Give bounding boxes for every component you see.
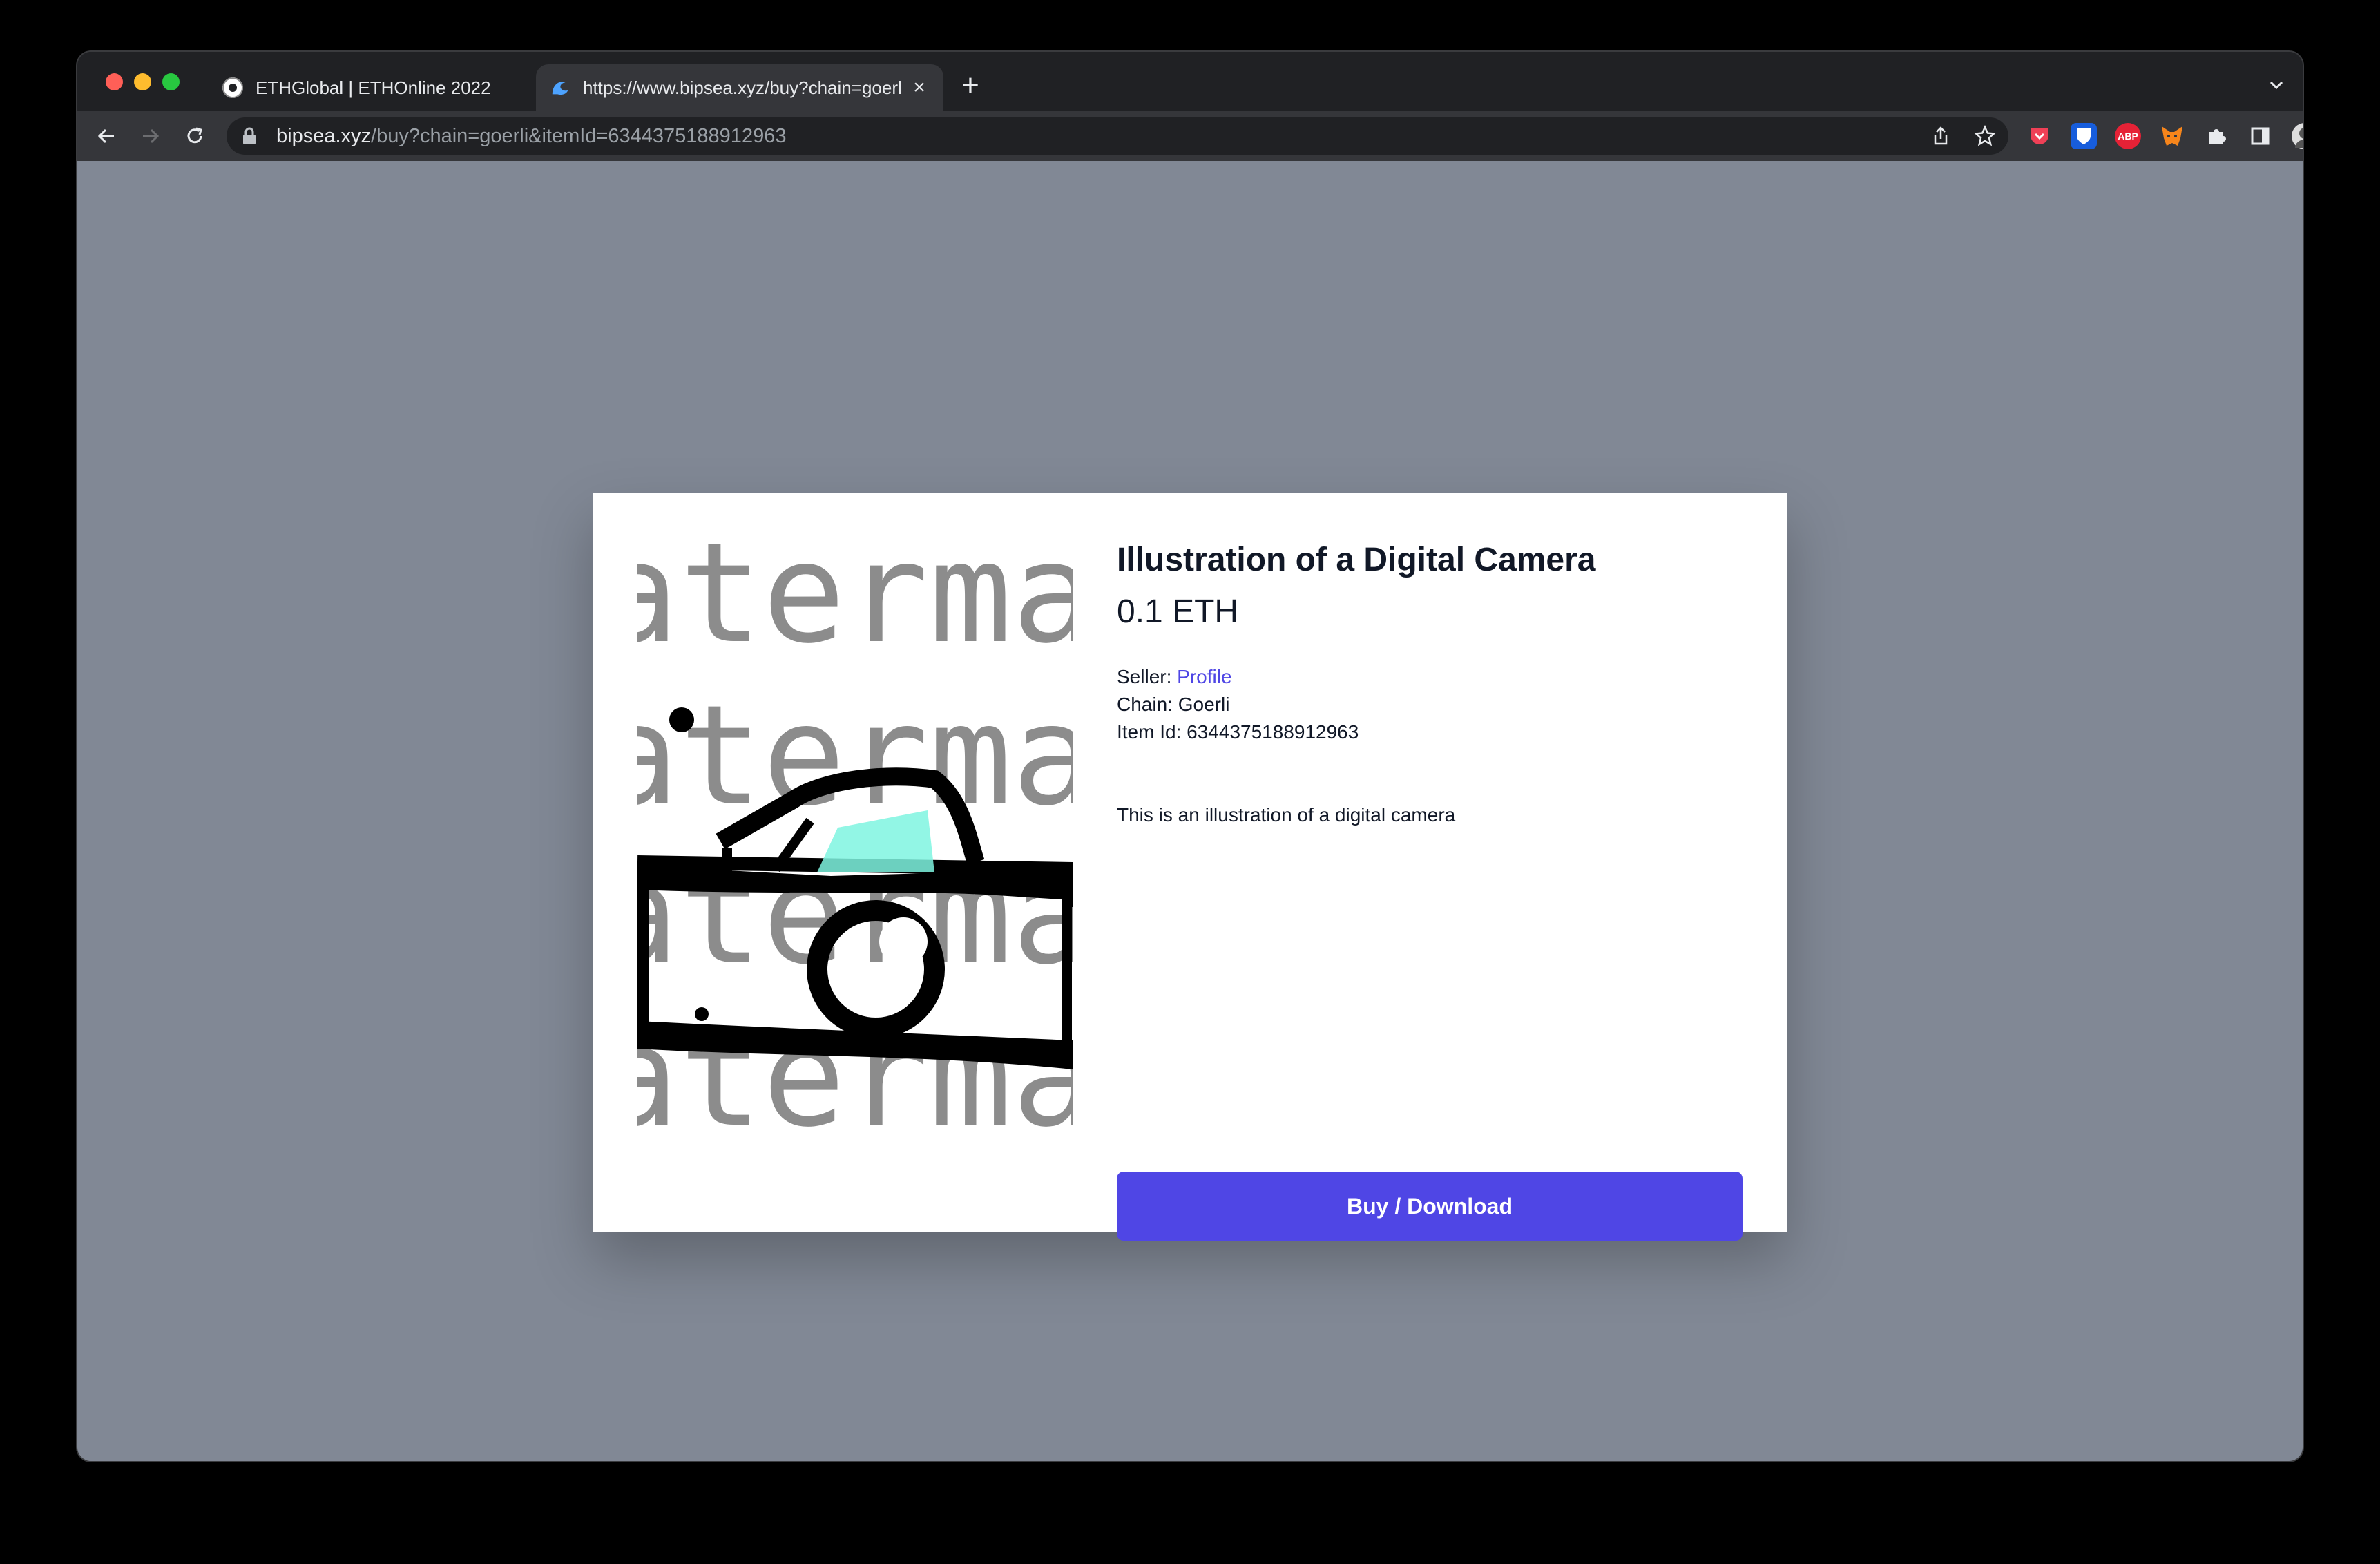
back-button[interactable] (91, 121, 122, 151)
reload-button[interactable] (180, 121, 210, 151)
close-window-button[interactable] (106, 73, 123, 90)
pocket-icon[interactable] (2026, 123, 2053, 149)
item-price: 0.1 ETH (1117, 593, 1239, 630)
item-card: aterma aterma aterma aterma Illustration… (593, 493, 1787, 1241)
url-host: bipsea.xyz (276, 124, 372, 147)
tab-title: https://www.bipsea.xyz/buy?chain=goerli&… (583, 77, 902, 98)
seller-row: Seller: Profile (1117, 663, 1743, 691)
tab-strip: ETHGlobal | ETHOnline 2022 × https://www… (77, 52, 2303, 111)
item-id-value: 6344375188912963 (1187, 721, 1359, 743)
share-icon[interactable] (1928, 124, 1953, 149)
forward-button[interactable] (135, 121, 166, 151)
browser-toolbar: bipsea.xyz/buy?chain=goerli&itemId=63443… (77, 111, 2303, 161)
puzzle-icon[interactable] (2203, 123, 2229, 149)
close-icon[interactable]: × (909, 77, 930, 98)
maximize-window-button[interactable] (162, 73, 180, 90)
reload-icon (187, 127, 202, 144)
watermark-text: aterma (637, 537, 1073, 674)
item-id-label: Item Id: (1117, 721, 1182, 743)
seller-label: Seller: (1117, 666, 1172, 687)
tab-title: ETHGlobal | ETHOnline 2022 (256, 77, 491, 98)
lock-icon[interactable] (242, 127, 257, 145)
tab-bipsea[interactable]: https://www.bipsea.xyz/buy?chain=goerli&… (536, 64, 943, 111)
address-bar[interactable]: bipsea.xyz/buy?chain=goerli&itemId=63443… (227, 117, 2008, 155)
ethglobal-icon (222, 77, 243, 98)
side-panel-icon[interactable] (2247, 123, 2274, 149)
chain-label: Chain: (1117, 694, 1173, 715)
item-meta: Seller: Profile Chain: Goerli Item Id: 6… (1117, 663, 1743, 746)
tab-search-icon[interactable] (2264, 73, 2289, 97)
item-description: This is an illustration of a digital cam… (1117, 804, 1456, 826)
item-image: aterma aterma aterma aterma (637, 537, 1073, 1187)
buy-download-button[interactable]: Buy / Download (1117, 1172, 1743, 1241)
minimize-window-button[interactable] (134, 73, 151, 90)
avatar[interactable] (2292, 123, 2303, 149)
adblock-label: ABP (2118, 131, 2138, 142)
item-title: Illustration of a Digital Camera (1117, 542, 1596, 578)
watermark-text: aterma (637, 676, 1073, 837)
item-details: Illustration of a Digital Camera 0.1 ETH… (1117, 539, 1743, 829)
metamask-icon[interactable] (2159, 123, 2185, 149)
seller-profile-link[interactable]: Profile (1177, 666, 1231, 687)
camera-illustration: aterma aterma aterma aterma (637, 537, 1073, 1158)
chain-value: Goerli (1178, 694, 1230, 715)
arrow-left-icon (97, 128, 114, 144)
wave-icon (550, 77, 570, 98)
arrow-right-icon (143, 128, 160, 144)
page-viewport: aterma aterma aterma aterma Illustration… (77, 161, 2303, 1461)
bitwarden-icon[interactable] (2071, 123, 2097, 149)
url-path: /buy?chain=goerli&itemId=634437518891296… (371, 124, 787, 147)
adblock-icon[interactable]: ABP (2115, 123, 2141, 149)
new-tab-button[interactable]: + (954, 70, 986, 102)
chain-row: Chain: Goerli (1117, 691, 1743, 718)
item-id-row: Item Id: 6344375188912963 (1117, 718, 1743, 746)
browser-window: ETHGlobal | ETHOnline 2022 × https://www… (77, 52, 2303, 1461)
bookmark-star-icon[interactable] (1973, 124, 1997, 149)
